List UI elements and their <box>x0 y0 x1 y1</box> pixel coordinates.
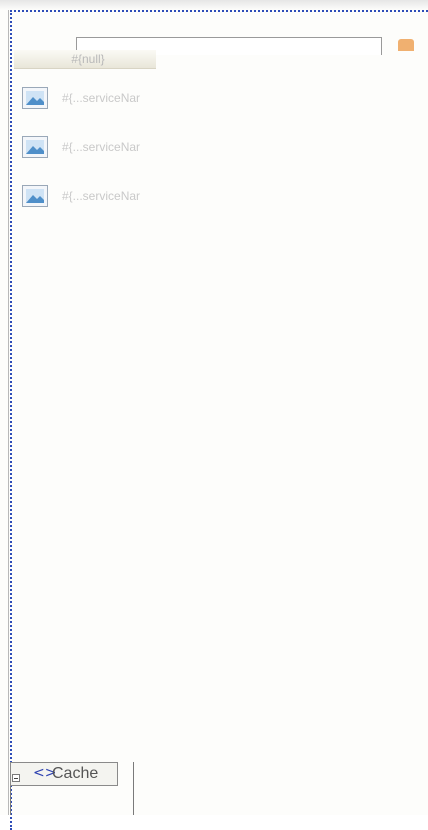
list-item[interactable]: #{...serviceNar <box>22 87 162 109</box>
go-icon[interactable] <box>398 39 414 51</box>
list-item[interactable]: #{...serviceNar <box>22 185 162 207</box>
cache-label: Cache <box>52 765 99 782</box>
column-header[interactable]: #{null} <box>14 50 156 69</box>
list-item-label: #{...serviceNar <box>62 189 141 203</box>
collapse-icon[interactable] <box>12 774 20 782</box>
list-item-label: #{...serviceNar <box>62 140 141 154</box>
list-item[interactable]: #{...serviceNar <box>22 136 162 158</box>
top-edge <box>0 0 428 10</box>
left-ruler-line <box>8 10 9 815</box>
image-icon <box>22 185 48 207</box>
design-selection-frame <box>10 10 428 830</box>
image-icon <box>22 136 48 158</box>
image-icon <box>22 87 48 109</box>
list-item-label: #{...serviceNar <box>62 91 141 105</box>
